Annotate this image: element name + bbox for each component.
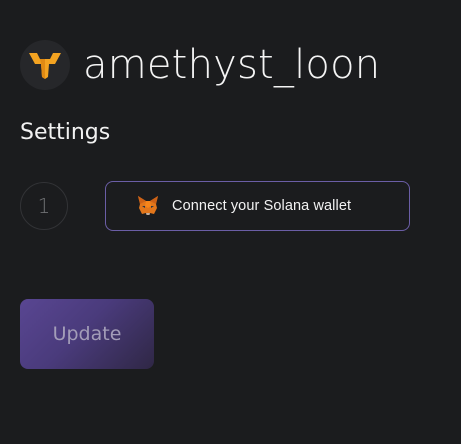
- app-logo: [20, 40, 70, 90]
- settings-title: Settings: [20, 120, 111, 145]
- metamask-fox-icon: [136, 194, 160, 218]
- connect-wallet-button[interactable]: Connect your Solana wallet: [105, 181, 410, 231]
- connect-wallet-label: Connect your Solana wallet: [172, 198, 352, 214]
- username: amethyst_loon: [83, 42, 381, 88]
- profile-header: amethyst_loon: [20, 40, 380, 90]
- flame-logo-icon: [29, 53, 61, 79]
- update-button[interactable]: Update: [20, 299, 154, 369]
- step-number-badge: 1: [20, 182, 68, 230]
